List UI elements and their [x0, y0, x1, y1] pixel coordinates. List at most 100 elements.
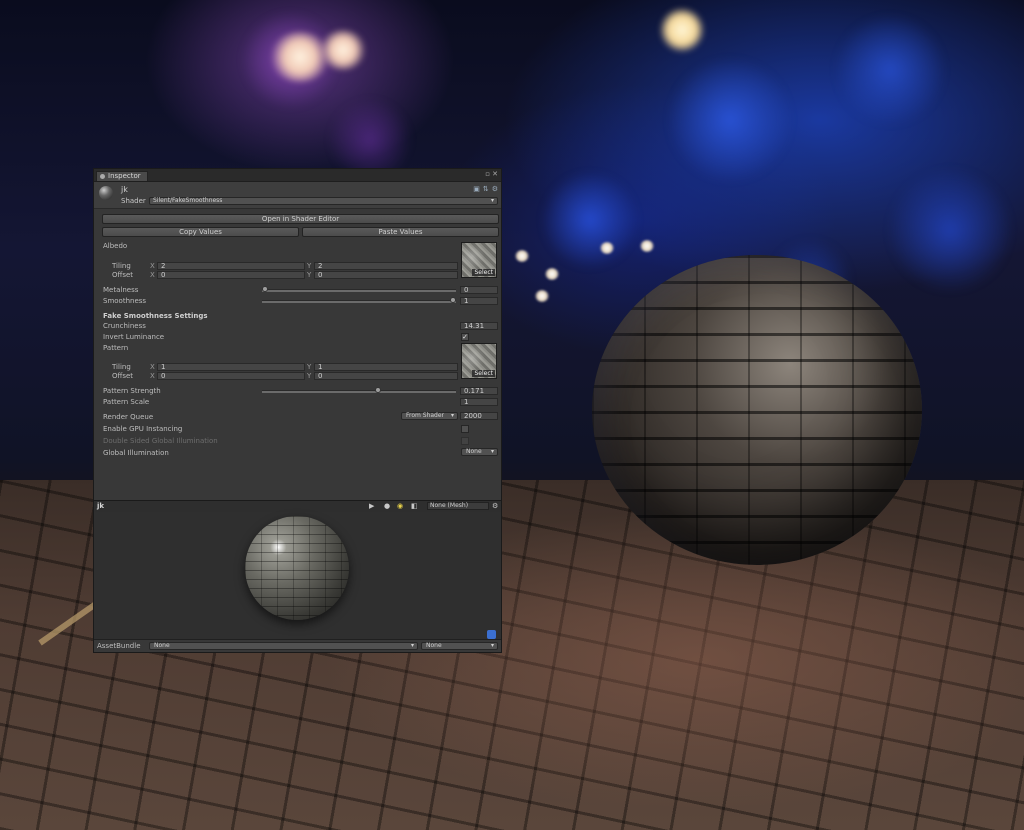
- inspector-window: Inspector ▫ ✕ jk ▣ ⇅ ⚙ Shader Silent/FakeS…: [93, 168, 502, 653]
- pattern-tiling-label: Tiling: [112, 363, 131, 371]
- albedo-texture-slot[interactable]: Select: [461, 242, 497, 278]
- metalness-field[interactable]: 0: [460, 286, 498, 294]
- distant-light: [640, 240, 654, 252]
- pattern-tiling-x-field[interactable]: 1: [157, 363, 305, 371]
- x-label: X: [150, 372, 155, 380]
- albedo-tiling-y-field[interactable]: 2: [314, 262, 458, 270]
- distant-light: [545, 268, 559, 280]
- material-preview[interactable]: [94, 512, 501, 641]
- preset-icon[interactable]: ⇅: [483, 185, 489, 193]
- albedo-offset-y-field[interactable]: 0: [314, 271, 458, 279]
- invert-luminance-checkbox[interactable]: ✓: [461, 333, 469, 341]
- chevron-down-icon: ▾: [490, 197, 494, 204]
- asset-bundle-label: AssetBundle: [97, 642, 141, 650]
- lighting-toggle-icon[interactable]: ◧: [411, 502, 418, 510]
- header-buttons: ▣ ⇅ ⚙: [470, 185, 498, 193]
- y-label: Y: [307, 372, 312, 380]
- preview-badge-icon[interactable]: [487, 630, 496, 639]
- smoothness-slider-handle[interactable]: [450, 297, 456, 303]
- sphere-shape-icon[interactable]: ●: [384, 502, 390, 510]
- chevron-down-icon: ▾: [450, 412, 454, 419]
- play-icon[interactable]: ▶: [369, 502, 374, 510]
- y-label: Y: [307, 363, 312, 371]
- pattern-scale-field[interactable]: 1: [460, 398, 498, 406]
- global-illumination-label: Global Illumination: [103, 449, 169, 457]
- preview-title: jk: [97, 502, 105, 510]
- crunchiness-field[interactable]: 14.31: [460, 322, 498, 330]
- light-icon[interactable]: ◉: [397, 502, 403, 510]
- help-icon[interactable]: ▣: [473, 185, 480, 193]
- shader-dropdown[interactable]: Silent/FakeSmoothness ▾: [149, 197, 498, 205]
- pattern-offset-x-field[interactable]: 0: [157, 372, 305, 380]
- invert-luminance-label: Invert Luminance: [103, 333, 165, 341]
- check-mark-icon: ✓: [462, 333, 468, 341]
- smoothness-slider[interactable]: [262, 300, 456, 303]
- albedo-offset-x-field[interactable]: 0: [157, 271, 305, 279]
- x-label: X: [150, 262, 155, 270]
- crunchiness-label: Crunchiness: [103, 322, 146, 330]
- y-label: Y: [307, 271, 312, 279]
- brick-sphere[interactable]: [592, 255, 922, 565]
- distant-light: [535, 290, 549, 302]
- gear-icon[interactable]: ⚙: [492, 185, 498, 193]
- maximize-icon[interactable]: ▫: [485, 170, 490, 178]
- select-texture-button[interactable]: Select: [472, 269, 495, 276]
- chevron-down-icon: ▾: [490, 642, 494, 649]
- shader-label: Shader: [121, 197, 146, 205]
- pattern-offset-y-field[interactable]: 0: [314, 372, 458, 380]
- x-label: X: [150, 363, 155, 371]
- pattern-offset-label: Offset: [112, 372, 134, 380]
- albedo-offset-label: Offset: [112, 271, 134, 279]
- smoothness-field[interactable]: 1: [460, 297, 498, 305]
- settings-icon[interactable]: ⚙: [492, 502, 498, 510]
- preview-mesh-field[interactable]: None (Mesh): [427, 502, 489, 510]
- close-icon[interactable]: ✕: [492, 170, 498, 178]
- tab-inspector[interactable]: Inspector: [96, 171, 148, 181]
- preview-mesh-value: None (Mesh): [430, 502, 469, 509]
- paste-values-button[interactable]: Paste Values: [302, 227, 499, 237]
- metalness-slider[interactable]: [262, 289, 456, 292]
- double-sided-gi-checkbox: [461, 437, 469, 445]
- pattern-tiling-y-field[interactable]: 1: [314, 363, 458, 371]
- info-icon: [100, 173, 105, 179]
- pattern-texture-slot[interactable]: Select: [461, 343, 497, 379]
- lantern-light: [660, 8, 704, 52]
- smoothness-label: Smoothness: [103, 297, 147, 305]
- gi-value: None: [466, 448, 482, 455]
- chevron-down-icon: ▾: [410, 642, 414, 649]
- preview-sphere: [245, 516, 349, 620]
- asset-bundle-name-value: None: [154, 642, 170, 649]
- gpu-instancing-label: Enable GPU Instancing: [103, 425, 183, 433]
- select-texture-button[interactable]: Select: [472, 370, 495, 377]
- albedo-tiling-label: Tiling: [112, 262, 131, 270]
- pattern-strength-slider[interactable]: [262, 390, 456, 393]
- distant-light: [600, 242, 614, 254]
- asset-bundle-name-dropdown[interactable]: None ▾: [149, 642, 418, 650]
- render-queue-label: Render Queue: [103, 413, 154, 421]
- render-queue-field[interactable]: 2000: [460, 412, 498, 420]
- distant-light: [515, 250, 529, 262]
- open-shader-editor-button[interactable]: Open in Shader Editor: [102, 214, 499, 224]
- copy-values-button[interactable]: Copy Values: [102, 227, 299, 237]
- pattern-scale-label: Pattern Scale: [103, 398, 150, 406]
- metalness-slider-handle[interactable]: [262, 286, 268, 292]
- pattern-strength-slider-handle[interactable]: [374, 387, 381, 393]
- asset-bundle-variant-dropdown[interactable]: None ▾: [421, 642, 498, 650]
- y-label: Y: [307, 262, 312, 270]
- pattern-strength-field[interactable]: 0.171: [460, 387, 498, 395]
- material-name: jk: [121, 185, 128, 194]
- double-sided-gi-label: Double Sided Global Illumination: [103, 437, 218, 445]
- pattern-strength-label: Pattern Strength: [103, 387, 161, 395]
- albedo-tiling-x-field[interactable]: 2: [157, 262, 305, 270]
- albedo-label: Albedo: [103, 242, 128, 250]
- tab-bar: Inspector ▫ ✕: [94, 169, 501, 182]
- tab-label: Inspector: [108, 172, 141, 180]
- fake-smoothness-section-title: Fake Smoothness Settings: [103, 312, 208, 320]
- global-illumination-dropdown[interactable]: None ▾: [461, 448, 498, 456]
- shader-value: Silent/FakeSmoothness: [153, 197, 223, 204]
- render-queue-dropdown[interactable]: From Shader ▾: [401, 412, 458, 420]
- gpu-instancing-checkbox[interactable]: [461, 425, 469, 433]
- asset-bundle-bar: AssetBundle None ▾ None ▾: [94, 639, 501, 652]
- x-label: X: [150, 271, 155, 279]
- lantern-light: [320, 30, 366, 70]
